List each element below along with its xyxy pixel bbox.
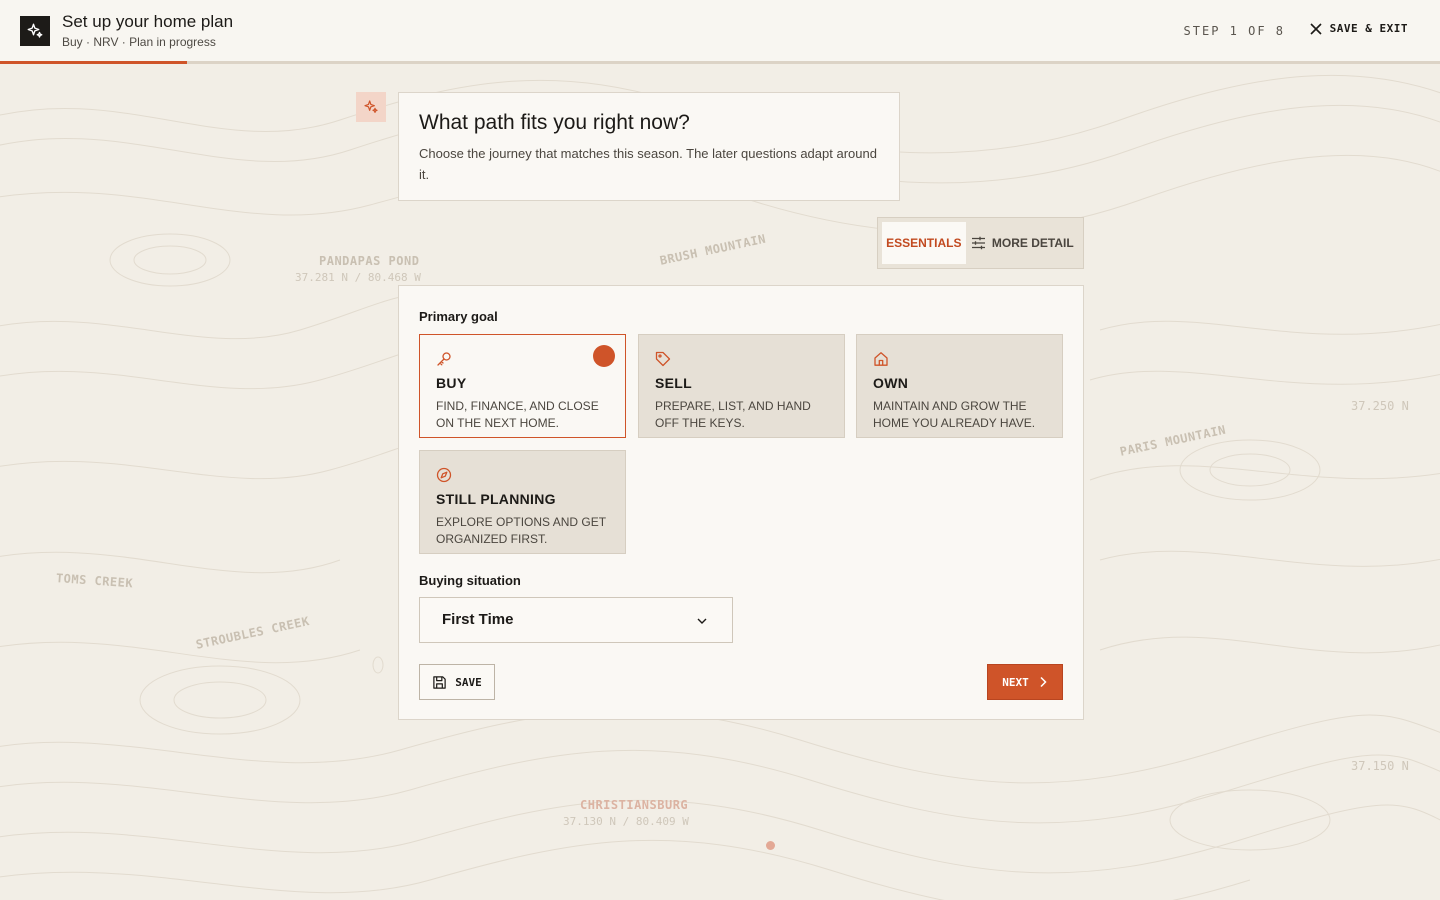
goal-option-own[interactable]: OWN Maintain and grow the home you alrea…: [856, 334, 1063, 438]
map-location-marker: [766, 841, 775, 850]
goal-option-buy[interactable]: BUY Find, finance, and close on the next…: [419, 334, 626, 438]
progress-bar-fill: [0, 61, 188, 64]
home-icon: [874, 352, 888, 366]
save-button[interactable]: SAVE: [419, 664, 495, 700]
page-subtitle: Buy · NRV · Plan in progress: [62, 35, 216, 49]
goal-option-description: Explore options and get organized first.: [436, 515, 606, 546]
buying-situation-value: First Time: [442, 611, 514, 628]
map-label-christiansburg: CHRISTIANSBURG: [580, 798, 689, 812]
next-label: NEXT: [1002, 675, 1029, 689]
essentials-tab[interactable]: ESSENTIALS: [882, 222, 966, 264]
step-indicator: STEP 1 OF 8: [1183, 24, 1285, 38]
goal-option-title: STILL PLANNING: [436, 491, 556, 507]
map-label-pandapas-pond: PANDAPAS POND: [319, 254, 420, 268]
selected-indicator: [593, 345, 615, 367]
goal-option-still-planning[interactable]: STILL PLANNING Explore options and get o…: [419, 450, 626, 554]
sparkle-icon: [20, 16, 50, 46]
form-card: Primary goal BUY Find, finance, and clos…: [398, 285, 1084, 720]
map-edge-coord-north: 37.250 N: [1351, 399, 1409, 413]
question-card: What path fits you right now? Choose the…: [398, 92, 900, 201]
save-icon: [433, 675, 446, 689]
save-and-exit-button[interactable]: SAVE & EXIT: [1310, 22, 1408, 35]
map-coord-christiansburg: 37.130 N / 80.409 W: [563, 815, 689, 828]
chevron-down-icon: [697, 618, 707, 624]
goal-option-description: Maintain and grow the home you already h…: [873, 399, 1036, 430]
goal-option-sell[interactable]: SELL Prepare, list, and hand off the key…: [638, 334, 845, 438]
app-header: Set up your home plan Buy · NRV · Plan i…: [0, 0, 1440, 64]
more-detail-label: MORE DETAIL: [991, 236, 1074, 250]
buying-situation-label: Buying situation: [419, 573, 521, 588]
tag-icon: [655, 351, 671, 367]
page-title: Set up your home plan: [62, 12, 234, 31]
goal-option-title: OWN: [873, 375, 909, 391]
sliders-icon: [971, 236, 985, 250]
buying-situation-select[interactable]: First Time: [419, 597, 733, 643]
primary-goal-label: Primary goal: [419, 309, 498, 324]
map-coord-pandapas-pond: 37.281 N / 80.468 W: [295, 271, 421, 284]
map-edge-coord-south: 37.150 N: [1351, 759, 1409, 773]
goal-option-description: Find, finance, and close on the next hom…: [436, 399, 599, 430]
chevron-right-icon: [1040, 676, 1047, 688]
question-title: What path fits you right now?: [419, 111, 690, 134]
more-detail-tab[interactable]: MORE DETAIL: [966, 222, 1079, 264]
assistant-sparkle-icon: [356, 92, 386, 122]
key-icon: [437, 352, 451, 366]
detail-mode-toggle: ESSENTIALS MORE DETAIL: [877, 217, 1084, 269]
goal-option-title: SELL: [655, 375, 692, 391]
question-subtitle: Choose the journey that matches this sea…: [419, 146, 877, 182]
close-icon: [1310, 22, 1322, 35]
save-and-exit-label: SAVE & EXIT: [1329, 22, 1408, 35]
goal-option-description: Prepare, list, and hand off the keys.: [655, 399, 811, 430]
next-button[interactable]: NEXT: [987, 664, 1063, 700]
goal-option-title: BUY: [436, 375, 467, 391]
compass-icon: [436, 467, 452, 483]
save-label: SAVE: [455, 675, 482, 689]
